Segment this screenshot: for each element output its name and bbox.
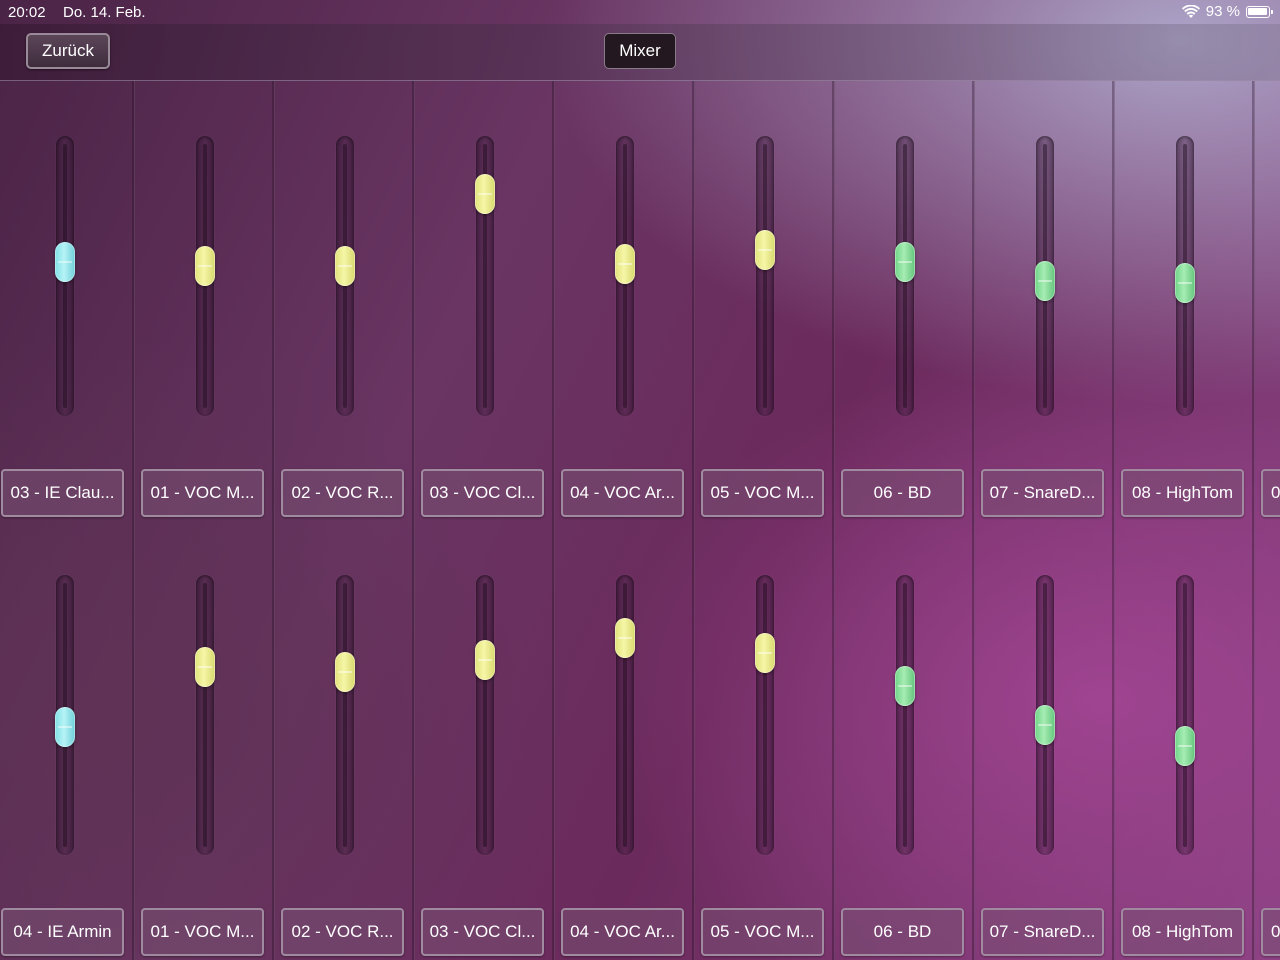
status-right: 93 % bbox=[1181, 3, 1273, 20]
channel-strip bbox=[1120, 520, 1260, 959]
fader-track[interactable] bbox=[756, 136, 774, 416]
channel-name-button[interactable]: 07 - SnareD... bbox=[981, 908, 1104, 956]
fader-knob[interactable] bbox=[895, 241, 915, 282]
fader-track[interactable] bbox=[196, 575, 214, 855]
fader-knob[interactable] bbox=[1175, 726, 1195, 767]
channel-name-button[interactable]: 05 - VOC M... bbox=[701, 469, 824, 517]
channel-name-button[interactable]: 03 - VOC Cl... bbox=[421, 908, 544, 956]
channel-name-button[interactable]: 0 bbox=[1261, 908, 1280, 956]
channel-strip bbox=[700, 520, 840, 959]
channel-name-button[interactable]: 02 - VOC R... bbox=[281, 908, 404, 956]
channel-strip bbox=[280, 520, 420, 959]
channel-strip bbox=[140, 81, 280, 520]
channel-name-button[interactable]: 04 - VOC Ar... bbox=[561, 908, 684, 956]
fader-knob[interactable] bbox=[195, 246, 215, 287]
fader-knob[interactable] bbox=[895, 666, 915, 707]
fader-track[interactable] bbox=[336, 575, 354, 855]
wifi-icon bbox=[1181, 4, 1200, 18]
channel-name-button[interactable]: 01 - VOC M... bbox=[141, 908, 264, 956]
fader-knob[interactable] bbox=[615, 244, 635, 284]
fader-track[interactable] bbox=[476, 575, 494, 855]
channel-name-button[interactable]: 08 - HighTom bbox=[1121, 469, 1244, 517]
fader-knob[interactable] bbox=[615, 618, 635, 659]
channel-strip bbox=[0, 520, 140, 959]
channel-strip bbox=[560, 520, 700, 959]
channel-name-button[interactable]: 08 - HighTom bbox=[1121, 908, 1244, 956]
channel-strip bbox=[980, 520, 1120, 959]
fader-knob[interactable] bbox=[1035, 704, 1055, 745]
channel-name-button[interactable]: 04 - IE Armin bbox=[1, 908, 124, 956]
channel-name-button[interactable]: 01 - VOC M... bbox=[141, 469, 264, 517]
fader-knob[interactable] bbox=[1035, 260, 1055, 301]
status-time: 20:02 bbox=[8, 4, 46, 21]
back-button[interactable]: Zurück bbox=[26, 33, 110, 69]
channel-strip bbox=[420, 81, 560, 520]
fader-track[interactable] bbox=[896, 575, 914, 855]
fader-knob[interactable] bbox=[755, 632, 775, 673]
channel-name-button[interactable]: 07 - SnareD... bbox=[981, 469, 1104, 517]
fader-track[interactable] bbox=[1176, 575, 1194, 855]
fader-knob[interactable] bbox=[475, 639, 495, 680]
fader-knob[interactable] bbox=[195, 647, 215, 687]
channel-strip bbox=[700, 81, 840, 520]
channel-strip bbox=[280, 81, 420, 520]
fader-knob[interactable] bbox=[55, 241, 75, 282]
channel-name-button[interactable]: 06 - BD bbox=[841, 469, 964, 517]
channel-strip bbox=[420, 520, 560, 959]
channel-strip bbox=[840, 520, 980, 959]
channel-name-button[interactable]: 03 - IE Clau... bbox=[1, 469, 124, 517]
fader-knob[interactable] bbox=[55, 707, 75, 747]
channel-strip bbox=[980, 81, 1120, 520]
channel-name-button[interactable]: 05 - VOC M... bbox=[701, 908, 824, 956]
channel-strip bbox=[140, 520, 280, 959]
status-date: Do. 14. Feb. bbox=[63, 4, 146, 21]
channel-name-button[interactable]: 04 - VOC Ar... bbox=[561, 469, 684, 517]
fader-knob[interactable] bbox=[1175, 263, 1195, 304]
channel-name-button[interactable]: 06 - BD bbox=[841, 908, 964, 956]
channel-strip bbox=[0, 81, 140, 520]
channel-name-button[interactable]: 03 - VOC Cl... bbox=[421, 469, 544, 517]
mixer-grid: 03 - IE Clau... 01 - VOC M... 02 - VOC R..… bbox=[0, 81, 1280, 960]
battery-icon bbox=[1246, 5, 1273, 18]
battery-percent: 93 % bbox=[1205, 3, 1240, 20]
channel-strip bbox=[840, 81, 980, 520]
status-bar: 20:02 Do. 14. Feb. 93 % bbox=[0, 0, 1280, 24]
channel-name-button[interactable]: 02 - VOC R... bbox=[281, 469, 404, 517]
fader-track[interactable] bbox=[756, 575, 774, 855]
mixer-title-button[interactable]: Mixer bbox=[604, 33, 676, 69]
channel-name-button[interactable]: 0 bbox=[1261, 469, 1280, 517]
nav-bar: Zurück Mixer bbox=[0, 24, 1280, 81]
fader-track[interactable] bbox=[616, 575, 634, 855]
fader-knob[interactable] bbox=[475, 174, 495, 215]
fader-knob[interactable] bbox=[335, 651, 355, 692]
fader-knob[interactable] bbox=[755, 229, 775, 270]
channel-strip bbox=[1120, 81, 1260, 520]
channel-strip bbox=[560, 81, 700, 520]
fader-knob[interactable] bbox=[335, 246, 355, 287]
